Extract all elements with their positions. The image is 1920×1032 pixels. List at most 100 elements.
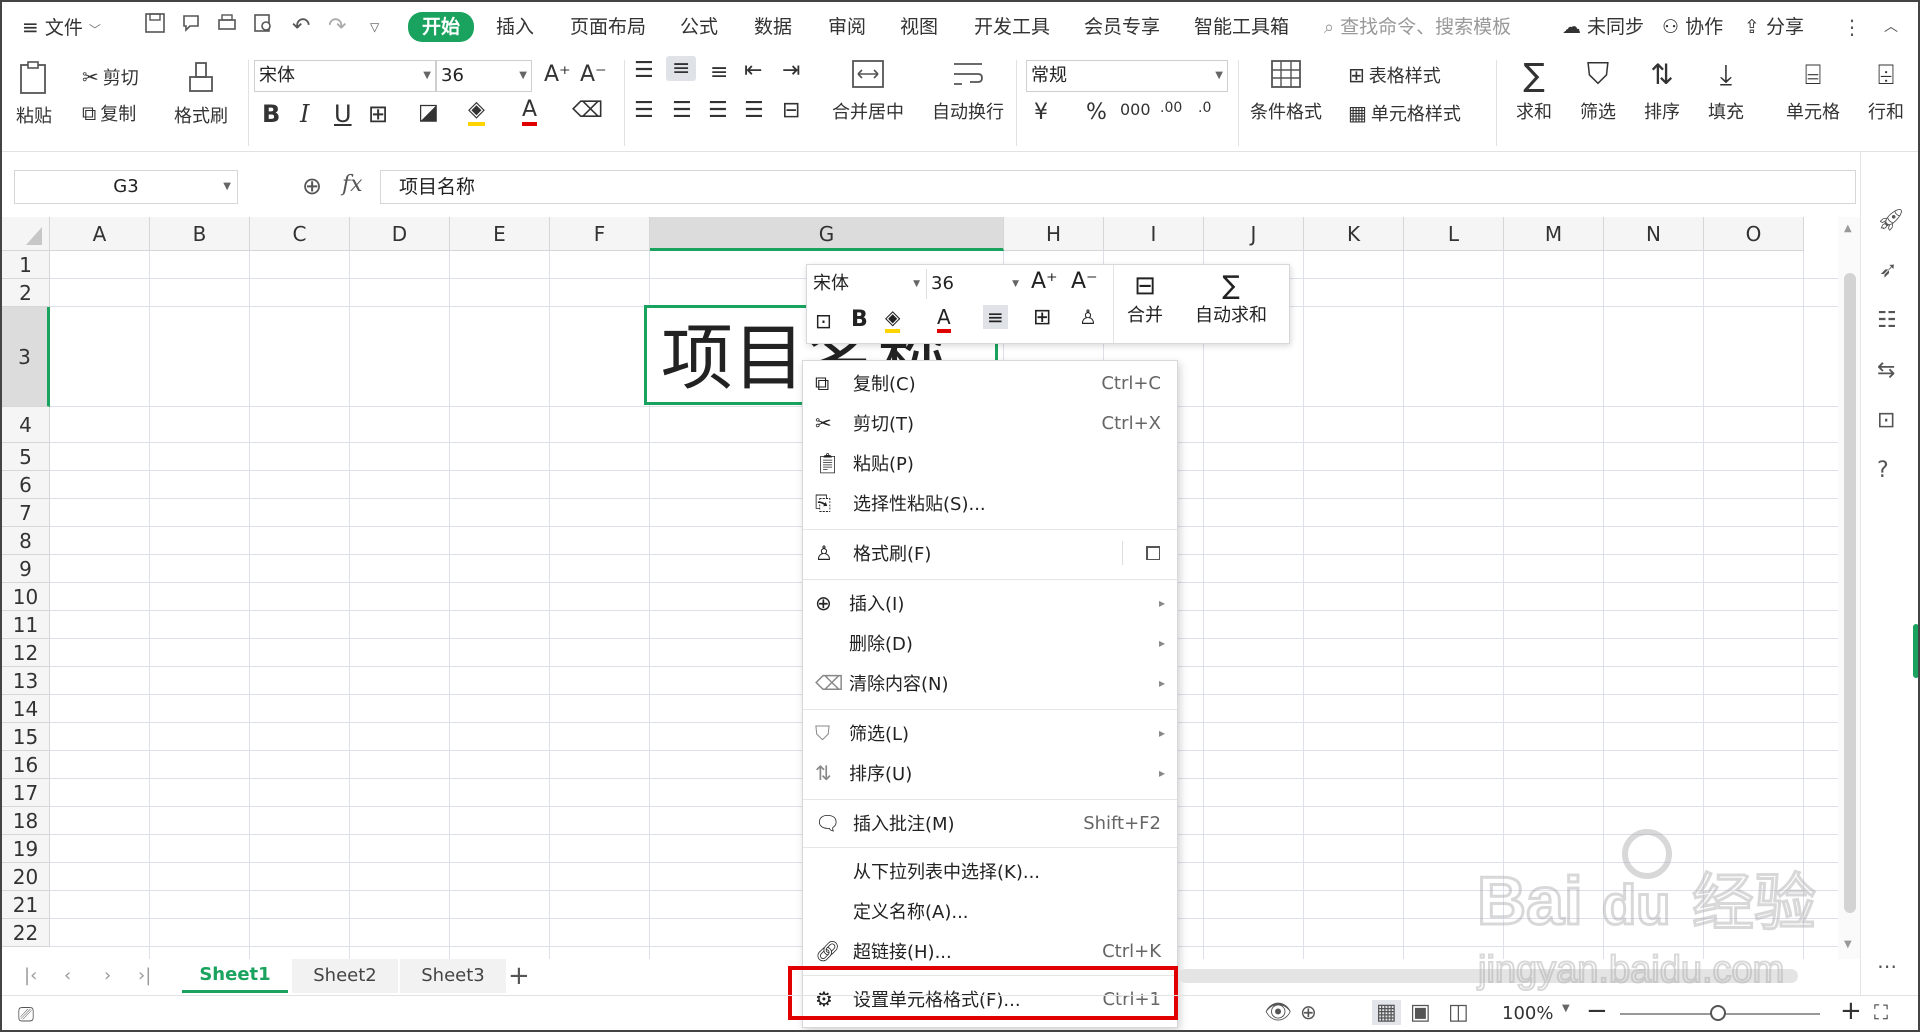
mini-bold-icon[interactable]: B xyxy=(851,307,868,332)
row-header-14[interactable]: 14 xyxy=(2,695,50,723)
row-header-10[interactable]: 10 xyxy=(2,583,50,611)
fill-color-icon[interactable]: ◈ xyxy=(468,98,485,126)
font-name-select[interactable]: 宋体 ▼ xyxy=(254,60,436,92)
file-menu[interactable]: ≡ 文件 ﹀ xyxy=(22,12,101,42)
row-header-13[interactable]: 13 xyxy=(2,667,50,695)
tab-review[interactable]: 审阅 xyxy=(828,12,866,42)
redo-icon[interactable]: ↷ xyxy=(328,12,346,42)
row-header-22[interactable]: 22 xyxy=(2,919,50,947)
zoom-in-icon[interactable]: + xyxy=(1840,996,1862,1026)
column-header-j[interactable]: J xyxy=(1204,217,1304,251)
mini-border-icon[interactable]: ⊞ xyxy=(1033,305,1051,330)
align-center-icon[interactable]: ☰ xyxy=(672,98,692,123)
zoom-dropdown-icon[interactable]: ▼ xyxy=(1562,1003,1570,1014)
decrease-indent-icon[interactable]: ⇤ xyxy=(744,58,762,83)
menu-item-insert-comment[interactable]: 🗨︎ 插入批注(M) Shift+F2 xyxy=(803,805,1177,841)
row-header-21[interactable]: 21 xyxy=(2,891,50,919)
tab-home[interactable]: 开始 xyxy=(408,12,475,42)
column-header-f[interactable]: F xyxy=(550,217,650,251)
menu-item-insert[interactable]: ⊕ 插入(I) ▸ xyxy=(803,585,1177,621)
copy-button[interactable]: ⧉ 复制 xyxy=(82,100,136,126)
row-header-11[interactable]: 11 xyxy=(2,611,50,639)
column-header-d[interactable]: D xyxy=(350,217,450,251)
column-header-h[interactable]: H xyxy=(1004,217,1104,251)
table-style-button[interactable]: ⊞ 表格样式 xyxy=(1348,62,1441,88)
output-icon[interactable] xyxy=(180,12,202,42)
print-preview-icon[interactable] xyxy=(252,12,274,42)
sheet-tab-1[interactable]: Sheet1 xyxy=(182,959,288,993)
align-right-icon[interactable]: ☰ xyxy=(708,98,728,123)
mini-decrease-font-icon[interactable]: A⁻ xyxy=(1071,269,1098,294)
function-icon[interactable]: fx xyxy=(342,172,363,197)
tab-developer[interactable]: 开发工具 xyxy=(974,12,1050,42)
share-button[interactable]: ⇪ 分享 xyxy=(1744,12,1804,42)
row-header-19[interactable]: 19 xyxy=(2,835,50,863)
align-middle-icon[interactable]: ≡ xyxy=(666,56,697,81)
mini-increase-font-icon[interactable]: A⁺ xyxy=(1031,269,1058,294)
wrap-text-button[interactable]: 自动换行 xyxy=(932,58,1004,124)
add-sheet-icon[interactable]: + xyxy=(508,961,530,991)
sheet-tab-3[interactable]: Sheet3 xyxy=(400,959,506,993)
transfer-icon[interactable]: ⇆ xyxy=(1877,358,1895,383)
row-header-2[interactable]: 2 xyxy=(2,279,50,307)
row-header-17[interactable]: 17 xyxy=(2,779,50,807)
mini-format-painter-icon[interactable]: ♙ xyxy=(1079,305,1097,329)
format-painter-button[interactable]: 格式刷 xyxy=(174,60,228,128)
menu-item-pick-from-list[interactable]: 从下拉列表中选择(K)... xyxy=(803,853,1177,889)
mini-autosum-button[interactable]: ∑ 自动求和 xyxy=(1195,271,1267,327)
more-options-icon[interactable]: ⋮ xyxy=(1842,12,1862,42)
cut-button[interactable]: ✂ 剪切 xyxy=(82,64,139,90)
menu-item-copy[interactable]: ⧉ 复制(C) Ctrl+C xyxy=(803,365,1177,401)
menu-item-delete[interactable]: 删除(D) ▸ xyxy=(803,625,1177,661)
page-layout-view-icon[interactable]: ▣ xyxy=(1410,1000,1431,1025)
mini-align-icon[interactable]: ≡ xyxy=(983,305,1008,329)
column-header-e[interactable]: E xyxy=(450,217,550,251)
row-col-button[interactable]: ⌹ 行和 xyxy=(1868,58,1904,124)
macro-record-icon[interactable]: ⎚ xyxy=(18,1002,34,1026)
freeze-panes-icon[interactable]: ⊕ xyxy=(1300,1000,1317,1024)
align-bottom-icon[interactable]: ≡ xyxy=(710,60,728,85)
row-header-15[interactable]: 15 xyxy=(2,723,50,751)
menu-item-cut[interactable]: ✂ 剪切(T) Ctrl+X xyxy=(803,405,1177,441)
tab-page-layout[interactable]: 页面布局 xyxy=(570,12,646,42)
number-format-select[interactable]: 常规 ▼ xyxy=(1026,60,1228,92)
filter-button[interactable]: ⛉ 筛选 xyxy=(1580,58,1616,124)
eye-protection-icon[interactable]: 👁︎ xyxy=(1264,1000,1292,1025)
tab-view[interactable]: 视图 xyxy=(900,12,938,42)
currency-icon[interactable]: ¥ xyxy=(1034,100,1048,125)
row-header-4[interactable]: 4 xyxy=(2,407,50,443)
bold-icon[interactable]: B xyxy=(262,100,280,128)
command-search[interactable]: ⌕ 查找命令、搜索模板 xyxy=(1324,12,1511,42)
rocket-icon[interactable]: 🚀︎ xyxy=(1877,208,1905,233)
print-icon[interactable] xyxy=(216,12,238,42)
column-header-o[interactable]: O xyxy=(1704,217,1804,251)
increase-font-icon[interactable]: A⁺ xyxy=(544,62,571,87)
zoom-out-icon[interactable]: − xyxy=(1586,996,1608,1026)
inbox-icon[interactable]: ⊡ xyxy=(1877,408,1895,433)
quick-access-dropdown-icon[interactable]: ▽ xyxy=(370,12,379,42)
first-sheet-icon[interactable]: |‹ xyxy=(24,965,37,986)
column-header-g[interactable]: G xyxy=(650,217,1004,251)
mini-merge-button[interactable]: ⊟ 合并 xyxy=(1127,271,1163,327)
zoom-slider-thumb[interactable] xyxy=(1710,1005,1726,1021)
tab-data[interactable]: 数据 xyxy=(754,12,792,42)
mini-font-color-icon[interactable]: A xyxy=(937,305,951,333)
italic-icon[interactable]: I xyxy=(300,100,309,128)
menu-item-paste[interactable]: 📋︎ 粘贴(P) xyxy=(803,445,1177,481)
border-icon[interactable]: ⊞ xyxy=(368,100,388,128)
increase-decimal-icon[interactable]: .00 xyxy=(1160,100,1182,116)
row-header-3[interactable]: 3 xyxy=(2,307,50,407)
row-header-20[interactable]: 20 xyxy=(2,863,50,891)
mini-fill-color-icon[interactable]: ◈ xyxy=(885,305,901,333)
help-icon[interactable]: ? xyxy=(1877,458,1889,483)
tab-member[interactable]: 会员专享 xyxy=(1084,12,1160,42)
fill-button[interactable]: ⤓ 填充 xyxy=(1708,58,1744,124)
row-header-7[interactable]: 7 xyxy=(2,499,50,527)
zoom-formula-icon[interactable]: ⊕ xyxy=(302,172,322,200)
tab-insert[interactable]: 插入 xyxy=(496,12,534,42)
row-header-9[interactable]: 9 xyxy=(2,555,50,583)
distribute-icon[interactable]: ⊟ xyxy=(782,98,800,123)
percent-icon[interactable]: % xyxy=(1086,100,1107,125)
settings-sliders-icon[interactable]: ☷ xyxy=(1877,308,1897,333)
name-box[interactable]: G3 ▼ xyxy=(14,170,238,204)
